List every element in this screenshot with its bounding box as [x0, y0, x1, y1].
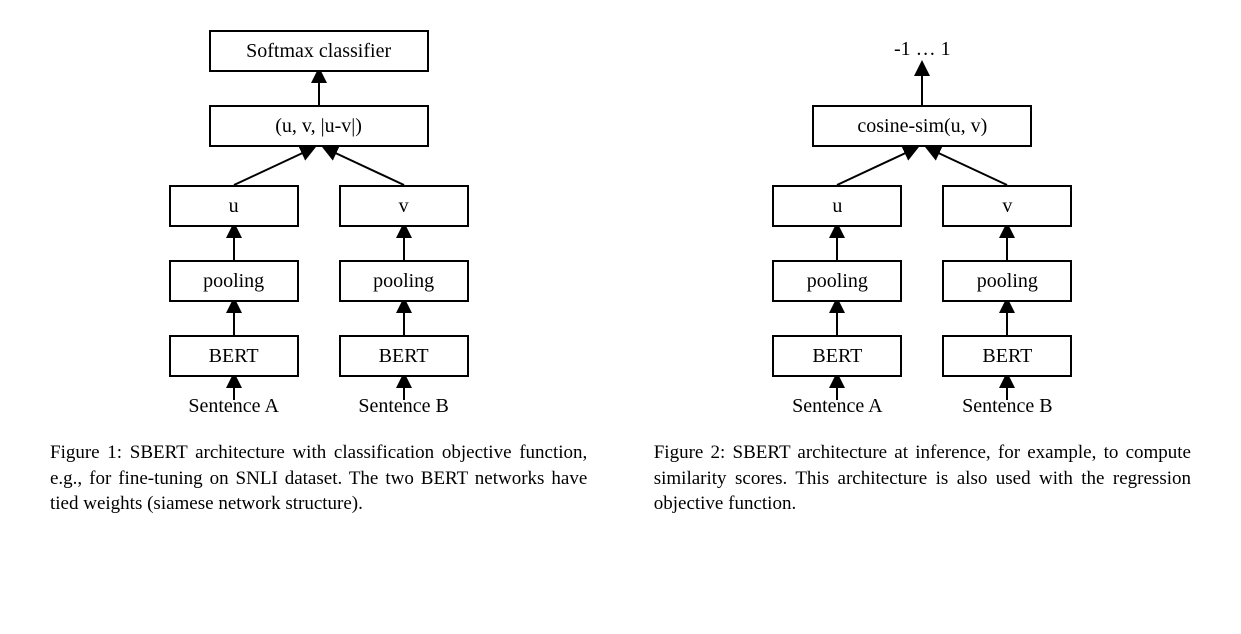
output-range-label: -1 … 1: [852, 38, 992, 61]
sentence-b-label: Sentence B: [339, 395, 469, 418]
cosine-sim-box: cosine-sim(u, v): [812, 105, 1032, 147]
bert-b-box: BERT: [942, 335, 1072, 377]
v-embedding-box: v: [942, 185, 1072, 227]
pooling-a-box: pooling: [772, 260, 902, 302]
sentence-a-label: Sentence A: [772, 395, 902, 418]
concat-box: (u, v, |u-v|): [209, 105, 429, 147]
sentence-b-label: Sentence B: [942, 395, 1072, 418]
figure-1-caption: Figure 1: SBERT architecture with classi…: [40, 440, 597, 517]
bert-a-box: BERT: [772, 335, 902, 377]
softmax-classifier-box: Softmax classifier: [209, 30, 429, 72]
bert-a-box: BERT: [169, 335, 299, 377]
figures-container: Softmax classifier (u, v, |u-v|) u v poo…: [40, 20, 1201, 517]
figure-2-diagram: -1 … 1 cosine-sim(u, v) u v pooling pool…: [712, 20, 1132, 420]
pooling-a-box: pooling: [169, 260, 299, 302]
u-embedding-box: u: [169, 185, 299, 227]
pooling-b-box: pooling: [942, 260, 1072, 302]
bert-b-box: BERT: [339, 335, 469, 377]
figure-1-diagram: Softmax classifier (u, v, |u-v|) u v poo…: [109, 20, 529, 420]
figure-1: Softmax classifier (u, v, |u-v|) u v poo…: [40, 20, 597, 517]
sentence-a-label: Sentence A: [169, 395, 299, 418]
v-embedding-box: v: [339, 185, 469, 227]
figure-2: -1 … 1 cosine-sim(u, v) u v pooling pool…: [644, 20, 1201, 517]
pooling-b-box: pooling: [339, 260, 469, 302]
u-embedding-box: u: [772, 185, 902, 227]
figure-2-caption: Figure 2: SBERT architecture at inferenc…: [644, 440, 1201, 517]
